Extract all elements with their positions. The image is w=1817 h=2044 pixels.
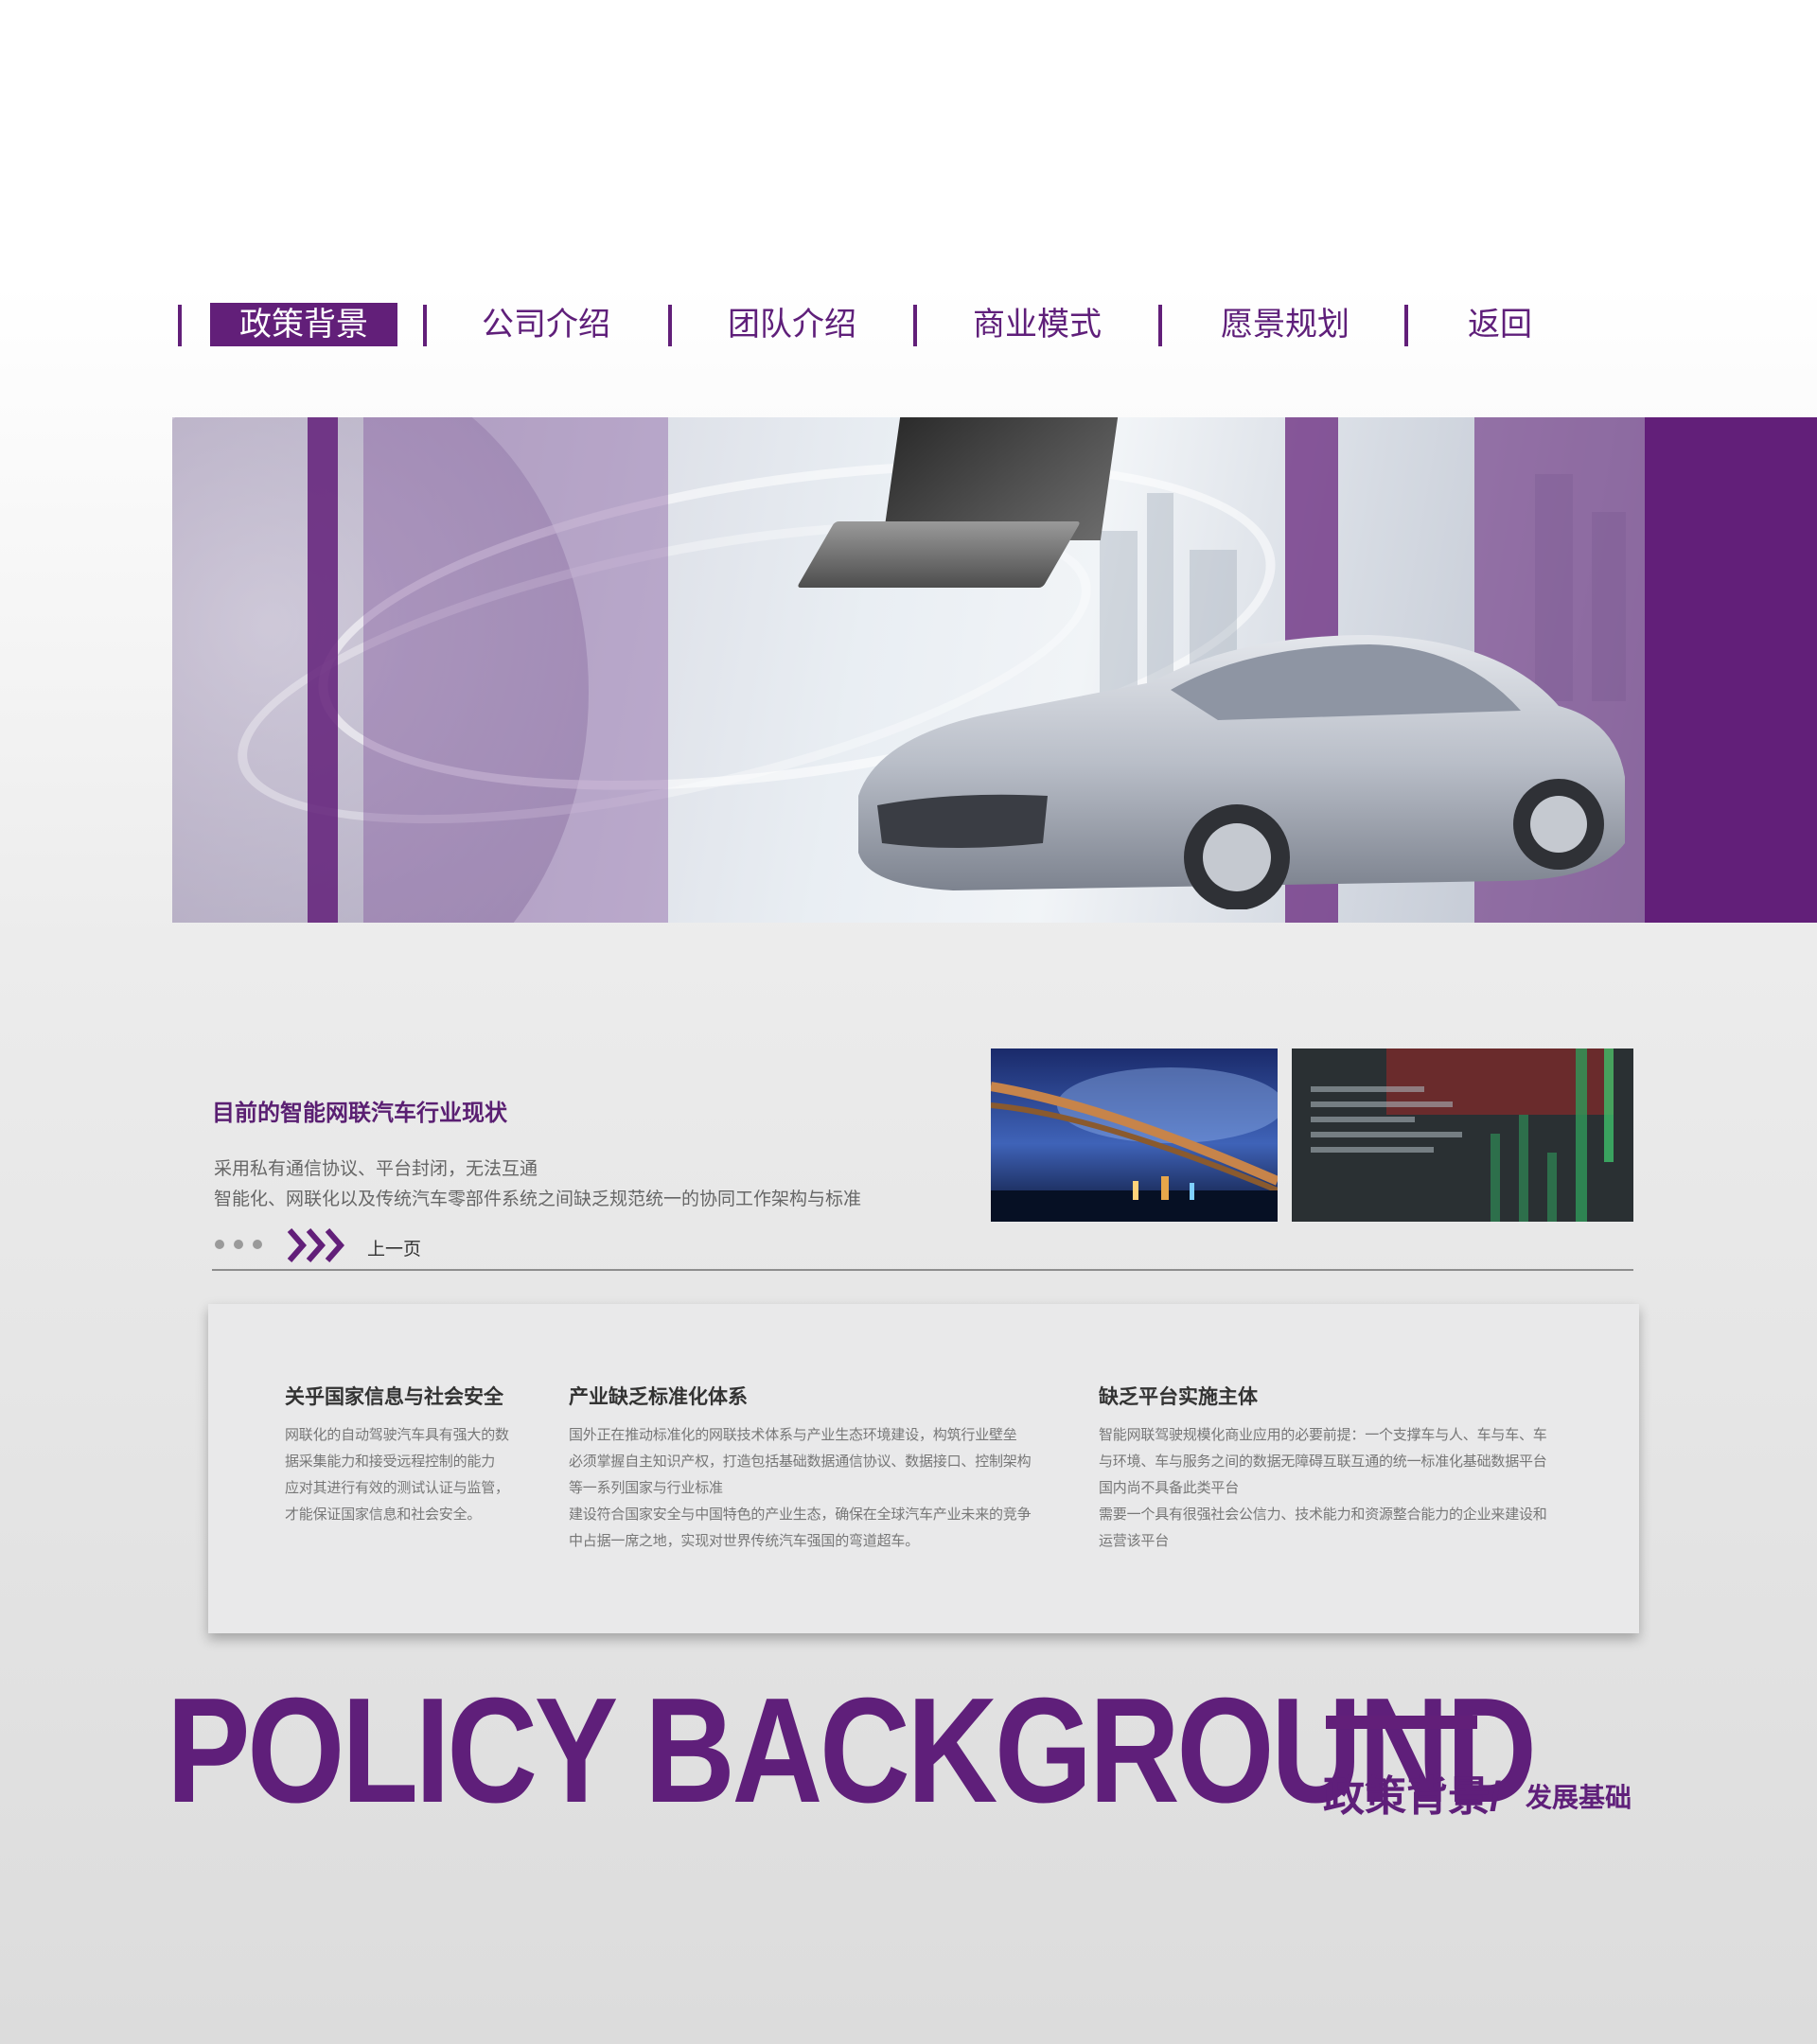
col1-text: 网联化的自动驾驶汽车具有强大的数 据采集能力和接受远程控制的能力 应对其进行有效… <box>285 1427 509 1523</box>
col3-title: 缺乏平台实施主体 <box>1099 1386 1258 1408</box>
nav-separator <box>913 305 917 346</box>
nav-item-back[interactable]: 返回 <box>1406 303 1594 346</box>
chevron-right-icon[interactable] <box>286 1226 346 1264</box>
status-title: 目前的智能网联汽车行业现状 <box>212 1101 507 1126</box>
nav-item-policy[interactable]: 政策背景 <box>210 303 397 346</box>
bridge-photo <box>991 1048 1278 1222</box>
info-card: 关乎国家信息与社会安全 网联化的自动驾驶汽车具有强大的数 据采集能力和接受远程控… <box>208 1304 1639 1633</box>
nav-separator <box>1158 305 1162 346</box>
top-nav: 政策背景 公司介绍 团队介绍 商业模式 愿景规划 返回 <box>172 301 1592 348</box>
col3-text: 智能网联驾驶规模化商业应用的必要前提：一个支撑车与人、车与车、车 与环境、车与服… <box>1099 1427 1547 1549</box>
banner-stripe <box>363 417 668 923</box>
nav-item-vision[interactable]: 愿景规划 <box>1191 303 1379 346</box>
nav-item-business[interactable]: 商业模式 <box>944 303 1131 346</box>
col1-title: 关乎国家信息与社会安全 <box>285 1386 503 1408</box>
subtitle-cn-secondary: 发展基础 <box>1526 1783 1632 1812</box>
nav-item-team[interactable]: 团队介绍 <box>698 303 886 346</box>
status-line-2: 智能化、网联化以及传统汽车零部件系统之间缺乏规范统一的协同工作架构与标准 <box>214 1189 862 1209</box>
prev-page-link[interactable]: 上一页 <box>367 1235 421 1260</box>
title-accent-bar <box>1326 1716 1477 1729</box>
pagination-dots-icon <box>215 1240 272 1253</box>
hero-banner <box>172 417 1817 923</box>
status-line-1: 采用私有通信协议、平台封闭，无法互通 <box>214 1159 538 1179</box>
col2-title: 产业缺乏标准化体系 <box>569 1386 748 1408</box>
data-screen-photo <box>1292 1048 1633 1222</box>
banner-stripe <box>308 417 338 923</box>
nav-separator <box>178 305 182 346</box>
nav-item-company[interactable]: 公司介绍 <box>452 303 640 346</box>
car-graphic <box>858 635 1625 909</box>
nav-separator <box>423 305 427 346</box>
col2-text: 国外正在推动标准化的网联技术体系与产业生态环境建设，构筑行业壁垒 必须掌握自主知… <box>569 1427 1032 1549</box>
divider <box>212 1269 1633 1271</box>
subtitle-cn: 政策背景/ <box>1323 1773 1502 1820</box>
nav-separator <box>668 305 672 346</box>
